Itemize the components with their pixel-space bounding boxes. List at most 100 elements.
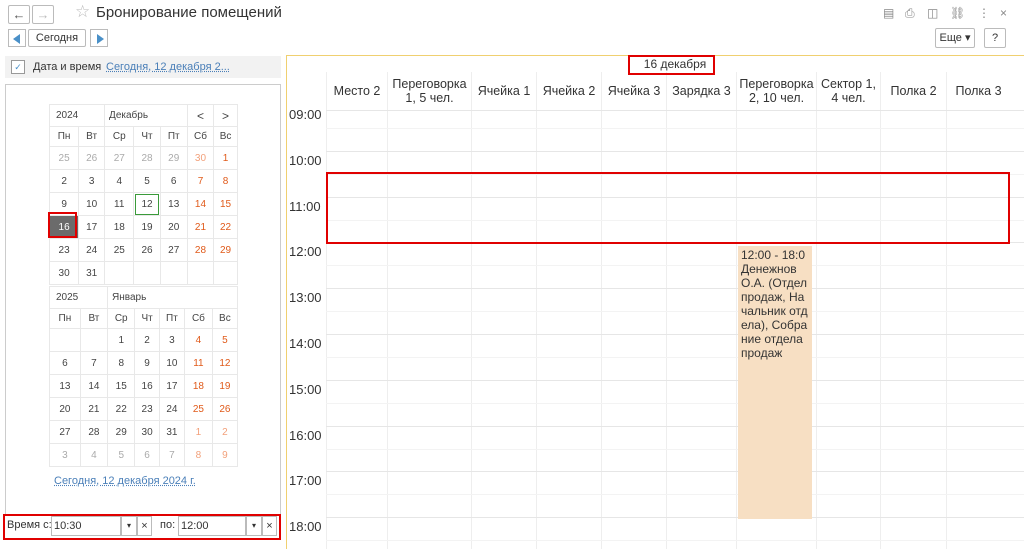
- calendar-day[interactable]: 23: [48, 238, 80, 262]
- calendar-day[interactable]: 29: [107, 420, 136, 444]
- calendar-day[interactable]: 10: [78, 192, 106, 216]
- calendar-day[interactable]: 26: [133, 238, 161, 262]
- calendar-day[interactable]: 4: [104, 169, 135, 193]
- time-from-dropdown[interactable]: ▾: [121, 516, 137, 536]
- time-from-clear-icon[interactable]: ×: [137, 516, 152, 536]
- calendar-day[interactable]: 4: [79, 443, 109, 467]
- calendar-day[interactable]: 24: [78, 238, 106, 262]
- calendar-day[interactable]: 31: [158, 420, 186, 444]
- back-button[interactable]: ←: [8, 5, 30, 24]
- calendar-day[interactable]: 25: [48, 146, 80, 170]
- calendar-day[interactable]: 13: [159, 192, 188, 216]
- calendar-day[interactable]: 9: [48, 192, 80, 216]
- calendar-day[interactable]: 27: [159, 238, 188, 262]
- calendar-day[interactable]: 20: [49, 397, 81, 421]
- calendar-day[interactable]: 25: [184, 397, 213, 421]
- calendar-day[interactable]: 3: [158, 328, 186, 352]
- calendar-day-today[interactable]: 12: [133, 192, 161, 216]
- menu-icon[interactable]: ⋮: [978, 6, 990, 20]
- calendar-day[interactable]: 18: [184, 374, 213, 398]
- calendar-day[interactable]: 18: [104, 215, 135, 239]
- calendar-day[interactable]: 14: [79, 374, 109, 398]
- calendar-day[interactable]: 30: [48, 261, 80, 285]
- calendar-day-selected[interactable]: 16: [48, 215, 80, 239]
- calendar-day[interactable]: 3: [78, 169, 106, 193]
- calendar-day[interactable]: 1: [107, 328, 136, 352]
- booking-event[interactable]: 12:00 - 18:0 Денежнов О.А. (Отдел продаж…: [738, 246, 812, 519]
- calendar-day[interactable]: 13: [49, 374, 81, 398]
- calendar-day[interactable]: 5: [211, 328, 239, 352]
- chevron-right-icon[interactable]: >: [213, 104, 238, 127]
- forward-button[interactable]: →: [32, 5, 54, 24]
- calendar-day[interactable]: 22: [213, 215, 238, 239]
- calendar-day[interactable]: 31: [78, 261, 106, 285]
- calendar-day[interactable]: 15: [107, 374, 136, 398]
- preview-icon[interactable]: ◫: [927, 6, 938, 20]
- calendar-day[interactable]: 16: [134, 374, 160, 398]
- calendar-day[interactable]: 28: [186, 238, 215, 262]
- calendar-day[interactable]: 8: [213, 169, 238, 193]
- calendar-day[interactable]: 5: [133, 169, 161, 193]
- calendar-day[interactable]: 6: [134, 443, 160, 467]
- time-to-input[interactable]: 12:00: [178, 516, 246, 536]
- today-link[interactable]: Сегодня, 12 декабря 2024 г.: [54, 475, 196, 487]
- calendar-month[interactable]: Декабрь: [104, 104, 188, 127]
- filter-checkbox[interactable]: ✓: [11, 60, 25, 74]
- calendar-day[interactable]: 9: [211, 443, 239, 467]
- calendar-day[interactable]: 17: [78, 215, 106, 239]
- close-icon[interactable]: ×: [1000, 6, 1007, 20]
- calendar-day[interactable]: 6: [49, 351, 81, 375]
- calendar-day[interactable]: 7: [79, 351, 109, 375]
- calendar-day[interactable]: 6: [159, 169, 188, 193]
- today-button[interactable]: Сегодня: [28, 29, 86, 47]
- next-day-button[interactable]: [90, 29, 108, 47]
- calendar-day[interactable]: 15: [213, 192, 238, 216]
- calendar-day[interactable]: 5: [107, 443, 136, 467]
- time-from-input[interactable]: 10:30: [51, 516, 121, 536]
- favorite-star-icon[interactable]: ☆: [75, 2, 90, 22]
- calendar-day[interactable]: 8: [184, 443, 213, 467]
- calendar-day[interactable]: 19: [211, 374, 239, 398]
- calendar-day[interactable]: 1: [184, 420, 213, 444]
- calendar-day[interactable]: 7: [186, 169, 215, 193]
- time-to-clear-icon[interactable]: ×: [262, 516, 277, 536]
- calendar-day[interactable]: 2: [211, 420, 239, 444]
- calendar-day[interactable]: 2: [48, 169, 80, 193]
- calendar-day[interactable]: 10: [158, 351, 186, 375]
- calendar-day[interactable]: 30: [186, 146, 215, 170]
- prev-day-button[interactable]: [8, 29, 26, 47]
- calendar-day[interactable]: 21: [79, 397, 109, 421]
- print-icon[interactable]: ⎙: [905, 6, 915, 21]
- calendar-day[interactable]: 8: [107, 351, 136, 375]
- calendar-day[interactable]: 27: [49, 420, 81, 444]
- calendar-day[interactable]: 25: [104, 238, 135, 262]
- link-icon[interactable]: ⛓: [950, 6, 965, 20]
- calendar-day[interactable]: 23: [134, 397, 160, 421]
- calendar-day[interactable]: 2: [134, 328, 160, 352]
- chevron-left-icon[interactable]: <: [186, 104, 215, 127]
- calendar-day[interactable]: 9: [134, 351, 160, 375]
- calendar-day[interactable]: 7: [158, 443, 186, 467]
- calendar-day[interactable]: 27: [104, 146, 135, 170]
- calendar-day[interactable]: 21: [186, 215, 215, 239]
- calendar-day[interactable]: 28: [79, 420, 109, 444]
- calendar-day[interactable]: 4: [184, 328, 213, 352]
- calendar-day[interactable]: 12: [211, 351, 239, 375]
- calendar-day[interactable]: 30: [134, 420, 160, 444]
- more-button[interactable]: Еще ▾: [935, 28, 975, 48]
- calendar-day[interactable]: 17: [158, 374, 186, 398]
- filter-value-link[interactable]: Сегодня, 12 декабря 2...: [106, 61, 230, 73]
- calendar-day[interactable]: 1: [213, 146, 238, 170]
- calendar-day[interactable]: 14: [186, 192, 215, 216]
- calendar-day[interactable]: 11: [184, 351, 213, 375]
- save-icon[interactable]: ▤: [883, 6, 894, 20]
- calendar-day[interactable]: 22: [107, 397, 136, 421]
- calendar-day[interactable]: 29: [213, 238, 238, 262]
- calendar-day[interactable]: 26: [211, 397, 239, 421]
- calendar-month[interactable]: Январь: [107, 286, 238, 309]
- calendar-day[interactable]: 3: [49, 443, 81, 467]
- time-to-dropdown[interactable]: ▾: [246, 516, 262, 536]
- calendar-day[interactable]: 20: [159, 215, 188, 239]
- calendar-day[interactable]: 26: [78, 146, 106, 170]
- calendar-day[interactable]: 29: [159, 146, 188, 170]
